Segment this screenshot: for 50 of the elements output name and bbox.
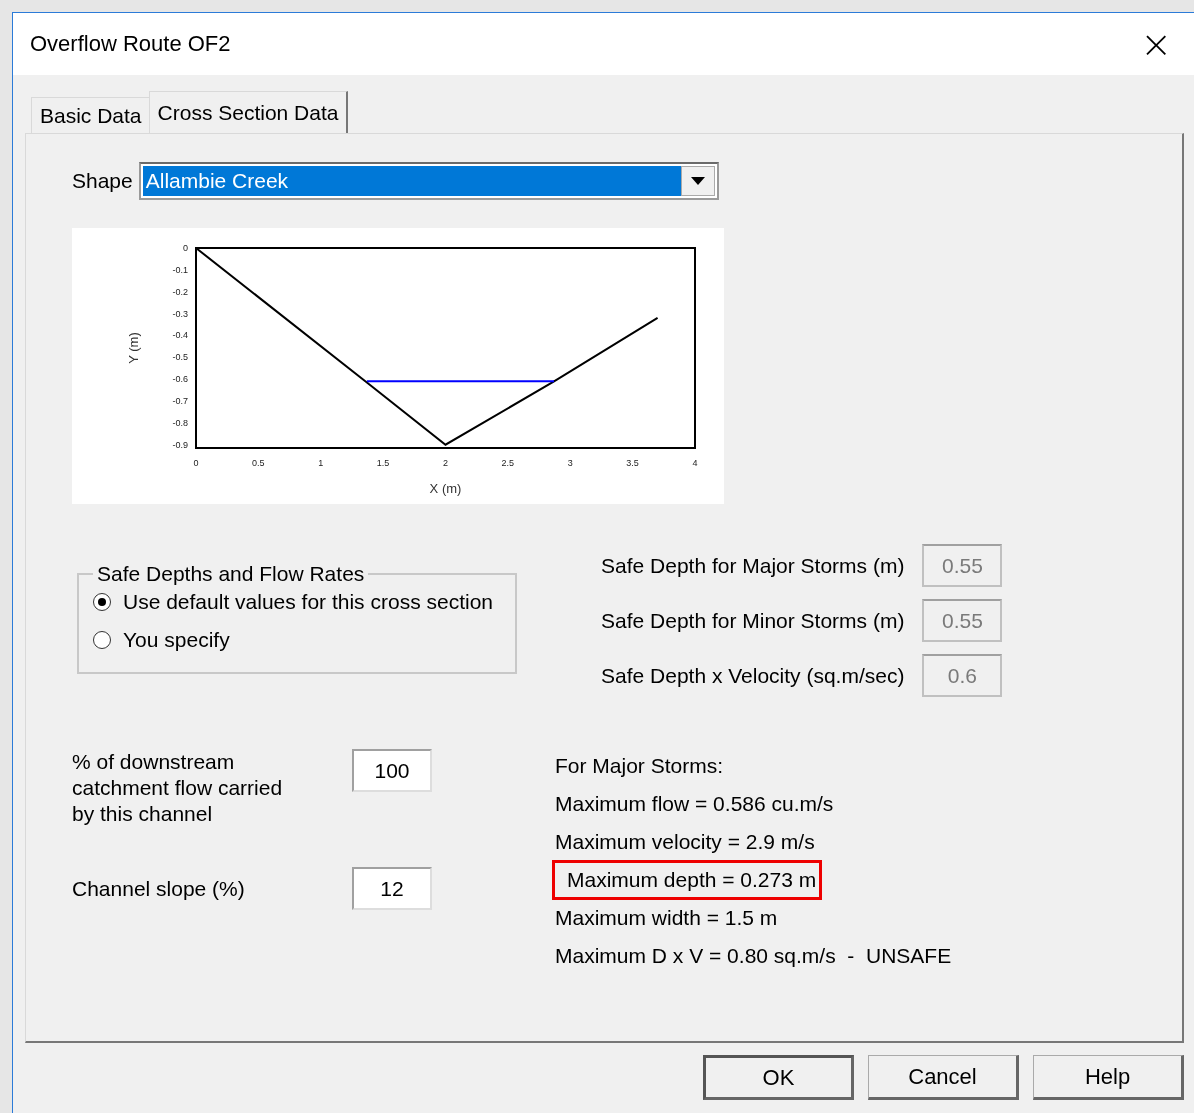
radio-button[interactable] bbox=[93, 631, 111, 649]
y-axis-label: Y (m) bbox=[126, 332, 141, 364]
tab[interactable]: Cross Section Data bbox=[148, 91, 349, 133]
y-tick-label: 0 bbox=[183, 243, 188, 253]
close-button[interactable]: × bbox=[1134, 25, 1178, 63]
input-field[interactable]: 12 bbox=[352, 867, 432, 910]
x-tick-label: 0.5 bbox=[252, 458, 265, 468]
x-tick-label: 4 bbox=[692, 458, 698, 468]
x-tick-label: 2 bbox=[443, 458, 448, 468]
default-button[interactable]: OK bbox=[703, 1055, 854, 1100]
caret-icon bbox=[690, 177, 705, 185]
y-tick-label: -0.8 bbox=[172, 417, 188, 428]
radio-label[interactable]: You specify bbox=[123, 628, 230, 652]
x-tick-label: 3 bbox=[567, 458, 573, 468]
result-text: Maximum flow = 0.586 cu.m/s bbox=[554, 791, 835, 817]
x-tick-label: 0 bbox=[193, 458, 199, 468]
result-text: For Major Storms: bbox=[554, 753, 725, 779]
tab[interactable]: Basic Data bbox=[31, 97, 151, 133]
y-tick-label: -0.5 bbox=[172, 352, 188, 363]
x-tick-label: 2.5 bbox=[501, 458, 515, 468]
input-field[interactable]: 100 bbox=[352, 749, 432, 792]
shape-dropdown[interactable]: Allambie Creek bbox=[138, 162, 719, 200]
result-text: Maximum width = 1.5 m bbox=[554, 905, 779, 931]
y-tick-label: -0.7 bbox=[172, 396, 188, 406]
shape-label: Shape bbox=[72, 169, 133, 193]
x-tick-label: 1.5 bbox=[376, 458, 390, 468]
radio-label[interactable]: Use default values for this cross section bbox=[123, 590, 493, 614]
y-tick-label: -0.4 bbox=[172, 330, 188, 341]
y-tick-label: -0.6 bbox=[172, 374, 188, 385]
field-label: % of downstream catchment flow carried by this channel bbox=[72, 749, 284, 827]
dropdown-button[interactable] bbox=[680, 166, 715, 196]
result-text: Maximum velocity = 2.9 m/s bbox=[554, 829, 816, 855]
field-label: Safe Depth for Minor Storms (m) bbox=[601, 608, 905, 633]
field-label: Channel slope (%) bbox=[72, 875, 246, 902]
result-text: Maximum D x V = 0.80 sq.m/s - UNSAFE bbox=[554, 943, 953, 969]
field-label: Safe Depth for Major Storms (m) bbox=[601, 553, 905, 578]
window-title: Overflow Route OF2 bbox=[30, 31, 231, 57]
x-tick-label: 1 bbox=[318, 458, 324, 468]
group-title: Safe Depths and Flow Rates bbox=[97, 562, 365, 585]
field-label: Safe Depth x Velocity (sq.m/sec) bbox=[601, 663, 905, 688]
radio-button[interactable] bbox=[93, 593, 111, 611]
x-tick-label: 3.5 bbox=[626, 458, 639, 468]
y-tick-label: -0.1 bbox=[172, 264, 188, 275]
x-axis-label: X (m) bbox=[429, 481, 462, 496]
dialog-button[interactable]: Help bbox=[1033, 1055, 1184, 1100]
dialog-button[interactable]: Cancel bbox=[868, 1055, 1019, 1100]
y-tick-label: -0.3 bbox=[172, 308, 188, 319]
highlighted-result: Maximum depth = 0.273 m bbox=[552, 860, 823, 900]
y-tick-label: -0.2 bbox=[172, 286, 188, 297]
y-tick-label: -0.9 bbox=[172, 439, 188, 450]
